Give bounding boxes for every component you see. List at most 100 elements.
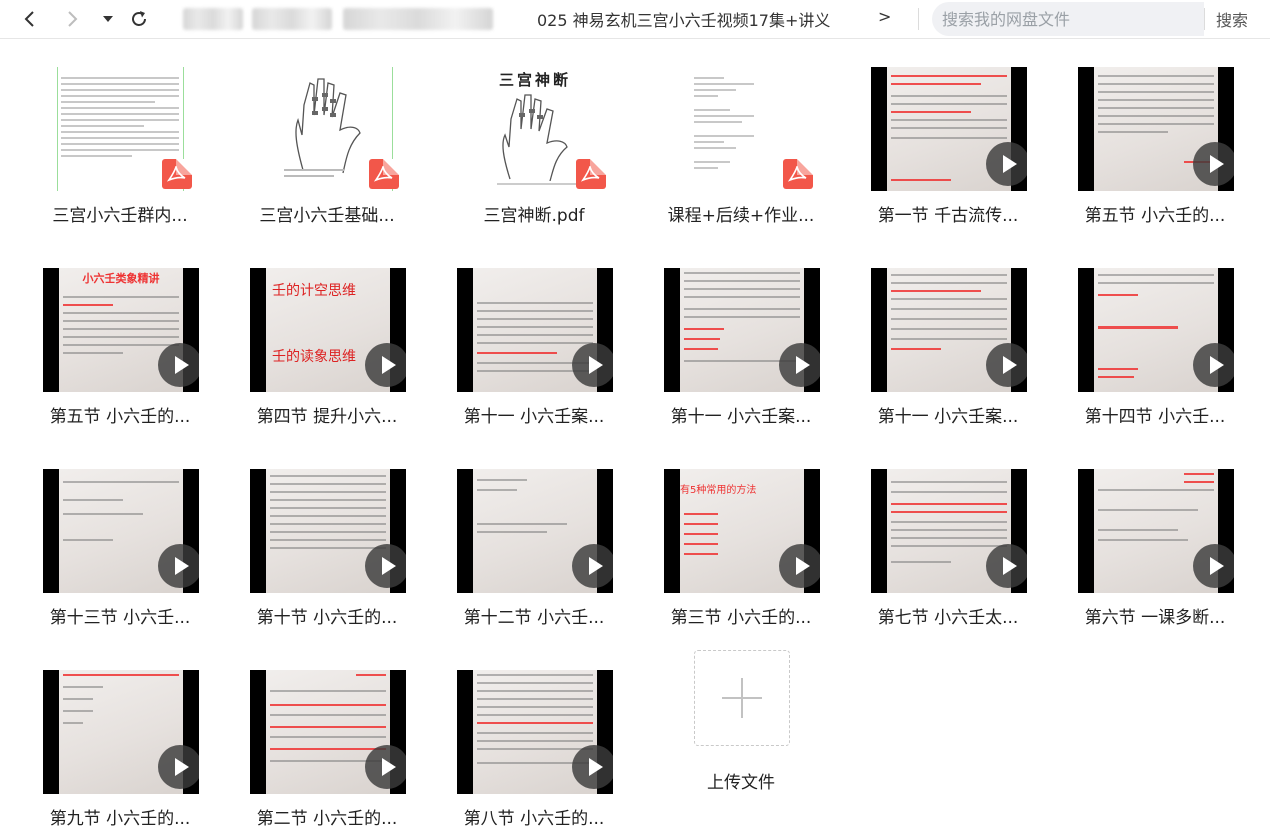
breadcrumb-current-folder[interactable]: 025 神易玄机三宫小六壬视频17集+讲义: [537, 7, 830, 31]
breadcrumb-more-icon[interactable]: >: [878, 7, 891, 26]
play-icon: [572, 544, 613, 588]
file-item[interactable]: 第二节 小六壬的...: [207, 641, 407, 831]
refresh-icon[interactable]: [126, 5, 152, 33]
play-icon: [779, 343, 820, 387]
play-icon: [572, 745, 613, 789]
pdf-thumbnail: [250, 67, 406, 191]
file-name: 第十一 小六壬案...: [670, 407, 812, 427]
video-thumbnail: [1078, 67, 1234, 191]
play-icon: [986, 142, 1027, 186]
video-thumbnail: 小六壬类象精讲: [43, 268, 199, 392]
upload-label[interactable]: 上传文件: [661, 768, 821, 793]
file-item[interactable]: 第八节 小六壬的...: [414, 641, 614, 831]
video-thumbnail: 有5种常用的方法: [664, 469, 820, 593]
file-name: 三宫小六壬群内...: [52, 206, 188, 226]
pdf-icon: [162, 159, 192, 189]
file-name: 第五节 小六壬的...: [1084, 206, 1226, 226]
file-grid: 三宫小六壬群内... 三宫小六壬基础... 三宫神断 三宫神断.pdf 课程+后…: [0, 38, 1270, 836]
video-thumbnail: [871, 268, 1027, 392]
pdf-thumbnail: [43, 67, 199, 191]
play-icon: [158, 343, 199, 387]
file-item[interactable]: 第六节 一课多断...: [1035, 440, 1235, 630]
video-thumbnail: [457, 670, 613, 794]
video-thumbnail: [664, 268, 820, 392]
blurred-path-segment: [252, 8, 332, 30]
file-item[interactable]: 第七节 小六壬太...: [828, 440, 1028, 630]
play-icon: [572, 343, 613, 387]
video-thumbnail: [457, 268, 613, 392]
toolbar-divider: [918, 8, 919, 30]
file-name: 第八节 小六壬的...: [463, 809, 605, 829]
back-icon[interactable]: [16, 5, 42, 33]
pdf-icon: [783, 159, 813, 189]
file-item[interactable]: 有5种常用的方法 第三节 小六壬的...: [621, 440, 821, 630]
thumbnail-title: 有5种常用的方法: [680, 485, 757, 496]
video-thumbnail: 壬的计空思维 壬的读象思维: [250, 268, 406, 392]
file-name: 第六节 一课多断...: [1084, 608, 1226, 628]
file-name: 第十三节 小六壬...: [49, 608, 191, 628]
pdf-icon: [369, 159, 399, 189]
file-name: 第五节 小六壬的...: [49, 407, 191, 427]
video-thumbnail: [871, 469, 1027, 593]
file-item[interactable]: 小六壬类象精讲 第五节 小六壬的...: [0, 239, 200, 429]
play-icon: [1193, 142, 1234, 186]
file-item[interactable]: 三宫小六壬基础...: [207, 38, 407, 228]
file-item[interactable]: 第十二节 小六壬...: [414, 440, 614, 630]
file-name: 第二节 小六壬的...: [256, 809, 398, 829]
pdf-icon: [576, 159, 606, 189]
file-item[interactable]: 第五节 小六壬的...: [1035, 38, 1235, 228]
blurred-path-segment: [183, 8, 243, 30]
file-name: 第三节 小六壬的...: [670, 608, 812, 628]
file-item[interactable]: 第十四节 小六壬...: [1035, 239, 1235, 429]
upload-button[interactable]: [694, 650, 790, 746]
file-item[interactable]: 第十一 小六壬案...: [621, 239, 821, 429]
file-item[interactable]: 第十一 小六壬案...: [414, 239, 614, 429]
forward-icon[interactable]: [60, 5, 86, 33]
search-box: [932, 2, 1204, 36]
play-icon: [365, 343, 406, 387]
file-name: 第七节 小六壬太...: [877, 608, 1019, 628]
play-icon: [365, 745, 406, 789]
file-name: 第十二节 小六壬...: [463, 608, 605, 628]
file-item[interactable]: 第十三节 小六壬...: [0, 440, 200, 630]
search-divider: [1204, 8, 1205, 30]
file-item[interactable]: 第十节 小六壬的...: [207, 440, 407, 630]
file-item[interactable]: 壬的计空思维 壬的读象思维 第四节 提升小六...: [207, 239, 407, 429]
toolbar: 025 神易玄机三宫小六壬视频17集+讲义 > 搜索: [0, 0, 1270, 39]
file-name: 第十一 小六壬案...: [463, 407, 605, 427]
file-item[interactable]: 第九节 小六壬的...: [0, 641, 200, 831]
search-button[interactable]: 搜索: [1216, 7, 1248, 31]
thumbnail-title: 小六壬类象精讲: [82, 272, 160, 285]
file-name: 第四节 提升小六...: [256, 407, 398, 427]
play-icon: [1193, 544, 1234, 588]
search-input[interactable]: [932, 2, 1192, 36]
file-item[interactable]: 三宫神断 三宫神断.pdf: [414, 38, 614, 228]
file-item[interactable]: 第一节 千古流传...: [828, 38, 1028, 228]
video-thumbnail: [1078, 469, 1234, 593]
file-name: 课程+后续+作业...: [667, 206, 815, 226]
palm-diagram: [295, 78, 361, 174]
file-item[interactable]: 课程+后续+作业...: [621, 38, 821, 228]
plus-icon-stroke: [741, 678, 743, 718]
file-item[interactable]: 三宫小六壬群内...: [0, 38, 200, 228]
video-thumbnail: [457, 469, 613, 593]
file-name: 三宫小六壬基础...: [259, 206, 395, 226]
file-name: 第十节 小六壬的...: [256, 608, 398, 628]
video-thumbnail: [250, 469, 406, 593]
file-name: 第九节 小六壬的...: [49, 809, 191, 829]
video-thumbnail: [871, 67, 1027, 191]
file-name: 第十一 小六壬案...: [877, 407, 1019, 427]
history-dropdown-icon[interactable]: [100, 5, 116, 33]
thumbnail-line: 壬的读象思维: [272, 349, 356, 365]
play-icon: [365, 544, 406, 588]
play-icon: [158, 745, 199, 789]
thumbnail-title: 三宫神断: [498, 71, 571, 89]
video-thumbnail: [43, 469, 199, 593]
file-name: 第一节 千古流传...: [877, 206, 1019, 226]
file-item[interactable]: 第十一 小六壬案...: [828, 239, 1028, 429]
video-thumbnail: [1078, 268, 1234, 392]
video-thumbnail: [250, 670, 406, 794]
file-name: 三宫神断.pdf: [483, 206, 585, 226]
play-icon: [1193, 343, 1234, 387]
file-name: 第十四节 小六壬...: [1084, 407, 1226, 427]
